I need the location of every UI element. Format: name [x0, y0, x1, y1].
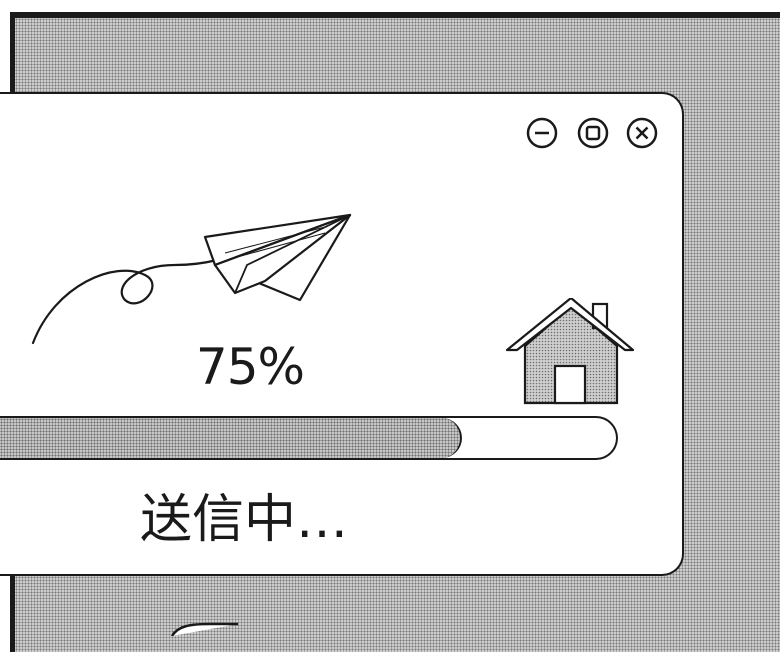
- paper-airplane-icon: [31, 213, 352, 345]
- maximize-button[interactable]: [577, 117, 609, 149]
- progress-bar: [0, 416, 618, 460]
- close-button[interactable]: [626, 117, 658, 149]
- window-edge: [170, 622, 238, 636]
- progress-fill: [0, 418, 462, 458]
- progress-percentage: 75%: [195, 338, 305, 396]
- status-text: 送信中…: [140, 490, 349, 550]
- minimize-button[interactable]: [526, 117, 558, 149]
- close-icon: [626, 117, 658, 149]
- home-icon: [505, 298, 635, 405]
- minimize-icon: [526, 117, 558, 149]
- maximize-icon: [577, 117, 609, 149]
